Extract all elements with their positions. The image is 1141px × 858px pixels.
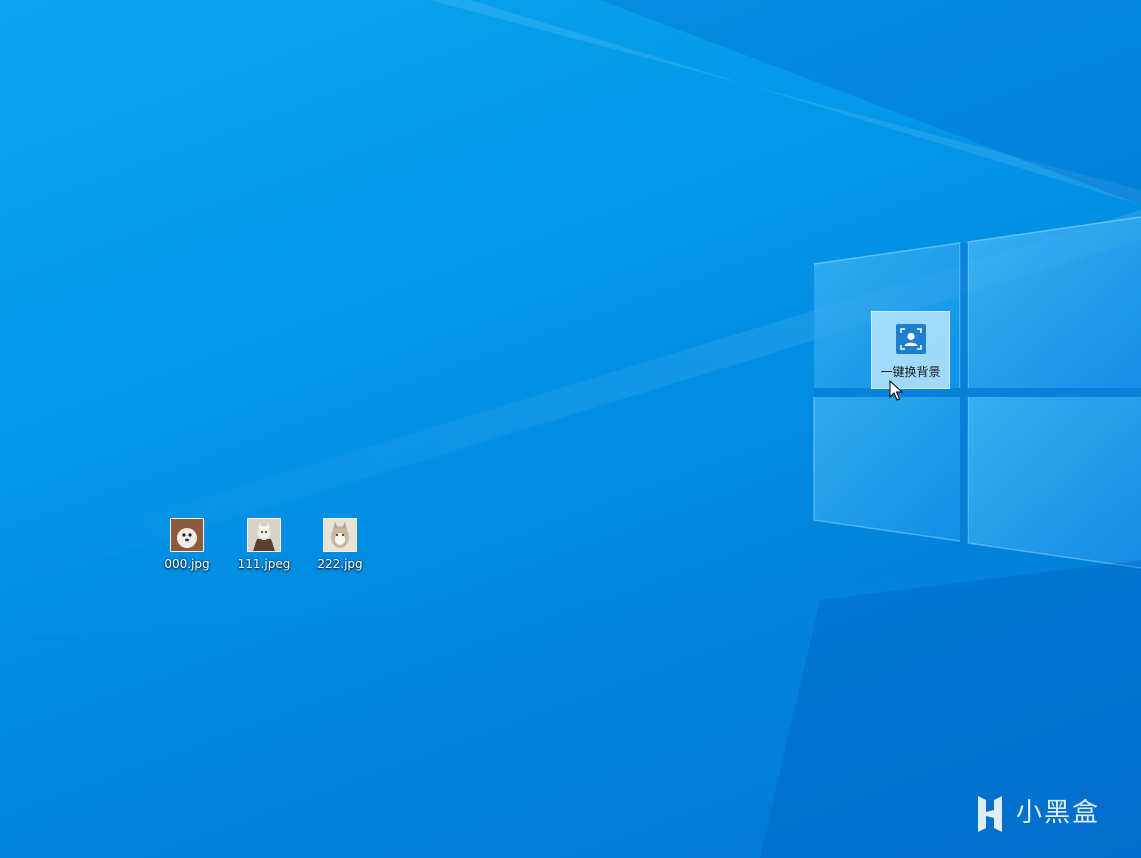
watermark-text: 小黑盒 xyxy=(1016,798,1101,828)
image-thumbnail-icon xyxy=(247,518,281,552)
desktop-icon-file[interactable]: 222.jpg xyxy=(308,518,372,580)
user-frame-icon xyxy=(896,324,926,354)
file-label: 111.jpeg xyxy=(237,557,291,571)
xiaoheihe-logo-icon xyxy=(978,796,1002,832)
desktop[interactable]: 000.jpg 111.jpeg 222.jpg 一键换背景 小黑盒 xyxy=(0,0,1141,858)
image-thumbnail-icon xyxy=(323,518,357,552)
file-label: 222.jpg xyxy=(317,557,363,571)
arrow-cursor-icon xyxy=(889,380,903,401)
watermark: 小黑盒 xyxy=(966,790,1116,838)
file-label: 000.jpg xyxy=(164,557,210,571)
wallpaper-windows-logo xyxy=(0,0,1141,858)
desktop-icon-file[interactable]: 000.jpg xyxy=(155,518,219,580)
shortcut-label: 一键换背景 xyxy=(880,365,941,379)
desktop-shortcut-change-background[interactable]: 一键换背景 xyxy=(871,311,950,389)
image-thumbnail-icon xyxy=(170,518,204,552)
desktop-icon-file[interactable]: 111.jpeg xyxy=(232,518,296,580)
